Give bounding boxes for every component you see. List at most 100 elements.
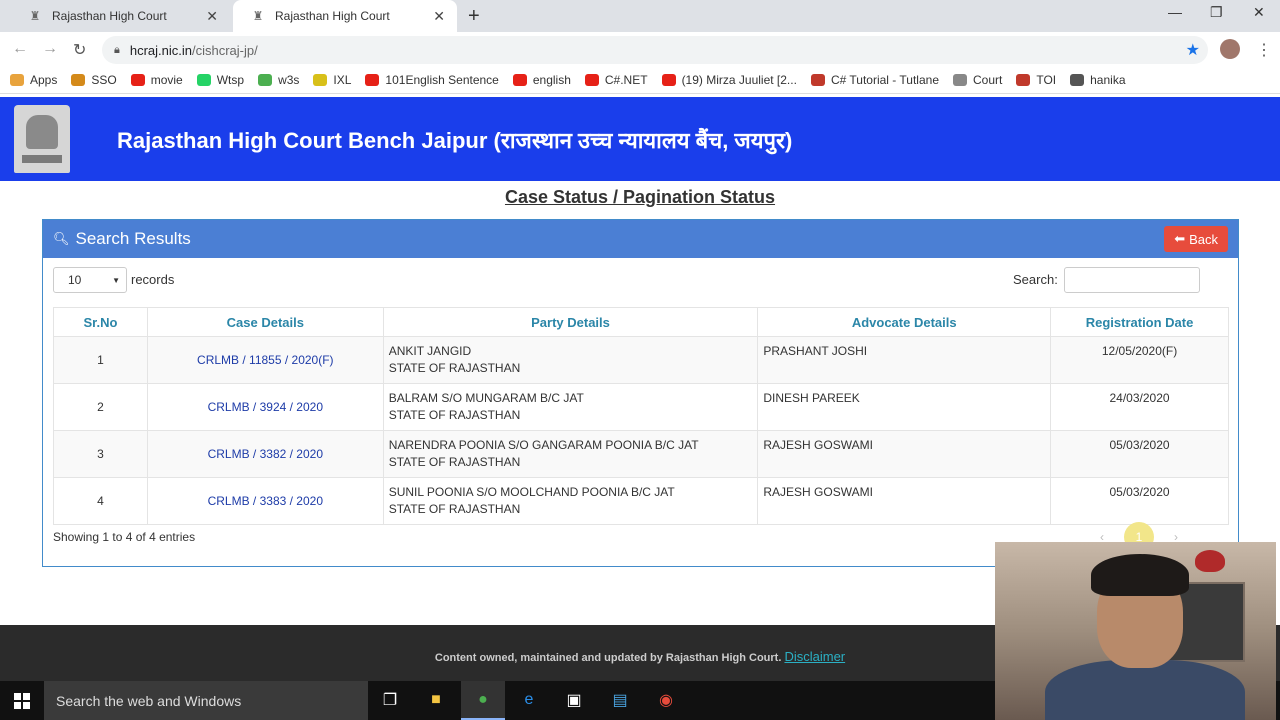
col-header[interactable]: Sr.No (53, 307, 148, 337)
taskbar-search[interactable]: Search the web and Windows (44, 681, 368, 720)
party-cell: NARENDRA POONIA S/O GANGARAM POONIA B/C … (382, 430, 759, 478)
bookmark-item[interactable]: movie (130, 73, 183, 87)
browser-tab-2[interactable]: ♜ Rajasthan High Court ✕ (233, 0, 457, 32)
table-row: 2 CRLMB / 3924 / 2020 BALRAM S/O MUNGARA… (53, 383, 1229, 431)
party-cell: BALRAM S/O MUNGARAM B/C JAT STATE OF RAJA… (382, 383, 759, 431)
bookmark-label: SSO (91, 72, 117, 87)
dropdown-caret-icon: ▼ (112, 275, 120, 285)
globe-icon (1070, 73, 1085, 86)
bookmark-label: (19) Mirza Juuliet [2... (681, 72, 797, 87)
minimize-icon[interactable]: — (1168, 4, 1182, 20)
bookmark-item[interactable]: IXL (313, 73, 351, 87)
footer-text: Content owned, maintained and updated by… (434, 652, 782, 664)
webcam-overlay (995, 542, 1276, 720)
app-icon[interactable]: ▤ (609, 690, 631, 710)
bookmark-item[interactable]: Apps (10, 73, 57, 87)
close-window-icon[interactable]: ✕ (1253, 4, 1265, 21)
bookmark-item[interactable]: 101English Sentence (365, 72, 499, 87)
results-table: Sr.No Case Details Party Details Advocat… (53, 307, 1229, 525)
panel-heading-label: Search Results (75, 229, 191, 248)
advocate-cell: PRASHANT JOSHI (757, 336, 1052, 384)
reload-icon[interactable]: ↻ (73, 40, 86, 60)
file-explorer-icon[interactable]: ■ (425, 690, 447, 710)
browser-tab-strip: ♜ Rajasthan High Court ✕ ♜ Rajasthan Hig… (0, 0, 1280, 32)
bookmark-item[interactable]: english (512, 72, 571, 87)
youtube-icon (365, 73, 380, 86)
menu-kebab-icon[interactable]: ⋮ (1256, 40, 1272, 60)
col-header[interactable]: Advocate Details (757, 307, 1052, 337)
col-header[interactable]: Registration Date (1050, 307, 1229, 337)
page-length-select[interactable]: 10 ▼ (53, 267, 127, 293)
entries-info: Showing 1 to 4 of 4 entries (53, 530, 196, 544)
chrome-icon[interactable]: ● (472, 690, 494, 710)
apps-grid-icon (10, 73, 24, 86)
back-arrow-icon: ⬅ (1174, 231, 1186, 246)
tab-title: Rajasthan High Court (275, 9, 390, 23)
bookmark-label: english (532, 72, 571, 87)
sr-no: 2 (53, 383, 148, 431)
close-tab-icon[interactable]: ✕ (206, 8, 218, 25)
windows-start-icon[interactable] (14, 693, 30, 709)
edge-icon[interactable]: e (518, 690, 540, 710)
ixl-icon (313, 73, 328, 86)
party-cell: SUNIL POONIA S/O MOOLCHAND POONIA B/C JA… (382, 477, 759, 525)
bookmark-label: 101English Sentence (385, 72, 499, 87)
search-label: Search: (1013, 272, 1058, 287)
case-link[interactable]: CRLMB / 11855 / 2020(F) (146, 336, 384, 384)
col-header[interactable]: Case Details (146, 307, 384, 337)
bookmark-item[interactable]: (19) Mirza Juuliet [2... (661, 72, 797, 87)
col-header[interactable]: Party Details (382, 307, 759, 337)
bookmark-label: Wtsp (216, 72, 245, 87)
disclaimer-link[interactable]: Disclaimer (784, 649, 845, 664)
court-icon (953, 73, 967, 86)
table-row: 4 CRLMB / 3383 / 2020 SUNIL POONIA S/O M… (53, 477, 1229, 525)
close-tab-icon[interactable]: ✕ (433, 8, 445, 25)
bookmark-item[interactable]: w3s (258, 73, 299, 87)
advocate-cell: RAJESH GOSWAMI (757, 477, 1052, 525)
party-petitioner: SUNIL POONIA S/O MOOLCHAND POONIA B/C JA… (388, 485, 675, 499)
party-respondent: STATE OF RAJASTHAN (388, 455, 521, 469)
bookmark-star-icon[interactable]: ★ (1186, 40, 1200, 60)
bookmark-item[interactable]: Court (953, 73, 1002, 87)
bookmark-item[interactable]: C# Tutorial - Tutlane (810, 73, 939, 87)
case-link[interactable]: CRLMB / 3383 / 2020 (146, 477, 384, 525)
back-button[interactable]: ⬅ Back (1164, 226, 1228, 252)
sr-no: 1 (53, 336, 148, 384)
bookmark-label: Apps (30, 72, 58, 87)
store-icon[interactable]: ▣ (563, 690, 585, 710)
bookmark-item[interactable]: Wtsp (196, 72, 245, 87)
records-label: records (131, 272, 175, 287)
browser-tab-1[interactable]: ♜ Rajasthan High Court ✕ (10, 0, 230, 32)
bookmarks-bar: Apps SSO movie Wtsp w3s IXL 101English Sentenc… (0, 66, 1280, 94)
w3schools-icon (258, 73, 273, 86)
site-header: Rajasthan High Court Bench Jaipur (राजस्… (0, 97, 1280, 181)
youtube-icon (661, 73, 676, 86)
bookmark-item[interactable]: C#.NET (584, 73, 648, 87)
url-host: hcraj.nic.in (129, 42, 192, 58)
panel-heading: 🔍︎ Search Results ⬅ Back (43, 220, 1238, 258)
webcam-person-hair (1091, 554, 1189, 596)
lock-icon: 🔒︎ (114, 43, 120, 56)
task-view-icon[interactable]: ❐ (379, 690, 401, 710)
forward-arrow-icon[interactable]: → (42, 40, 58, 58)
party-respondent: STATE OF RAJASTHAN (388, 502, 521, 516)
url-bar[interactable]: 🔒︎ hcraj.nic.in/cishcraj-jp/ ★ (102, 36, 1208, 64)
new-tab-plus-icon[interactable]: + (468, 5, 480, 28)
maximize-icon[interactable]: ❐ (1210, 4, 1223, 21)
bookmark-label: Court (973, 72, 1003, 87)
bookmark-item[interactable]: hanika (1070, 73, 1126, 87)
search-input[interactable] (1064, 267, 1200, 293)
bookmark-item[interactable]: TOI (1016, 73, 1056, 87)
back-arrow-icon[interactable]: ← (12, 40, 28, 58)
case-link[interactable]: CRLMB / 3924 / 2020 (146, 383, 384, 431)
bookmark-item[interactable]: SSO (71, 72, 117, 87)
state-emblem-icon (14, 105, 70, 173)
profile-avatar[interactable] (1220, 39, 1240, 59)
recorder-icon[interactable]: ◉ (655, 690, 677, 710)
webcam-heart-decoration (1195, 550, 1225, 572)
search-icon: 🔍︎ (53, 231, 70, 246)
search-results-panel: 🔍︎ Search Results ⬅ Back 10 ▼ records Se… (42, 219, 1239, 567)
youtube-icon (512, 73, 527, 86)
registration-date: 05/03/2020 (1050, 430, 1229, 478)
case-link[interactable]: CRLMB / 3382 / 2020 (146, 430, 384, 478)
